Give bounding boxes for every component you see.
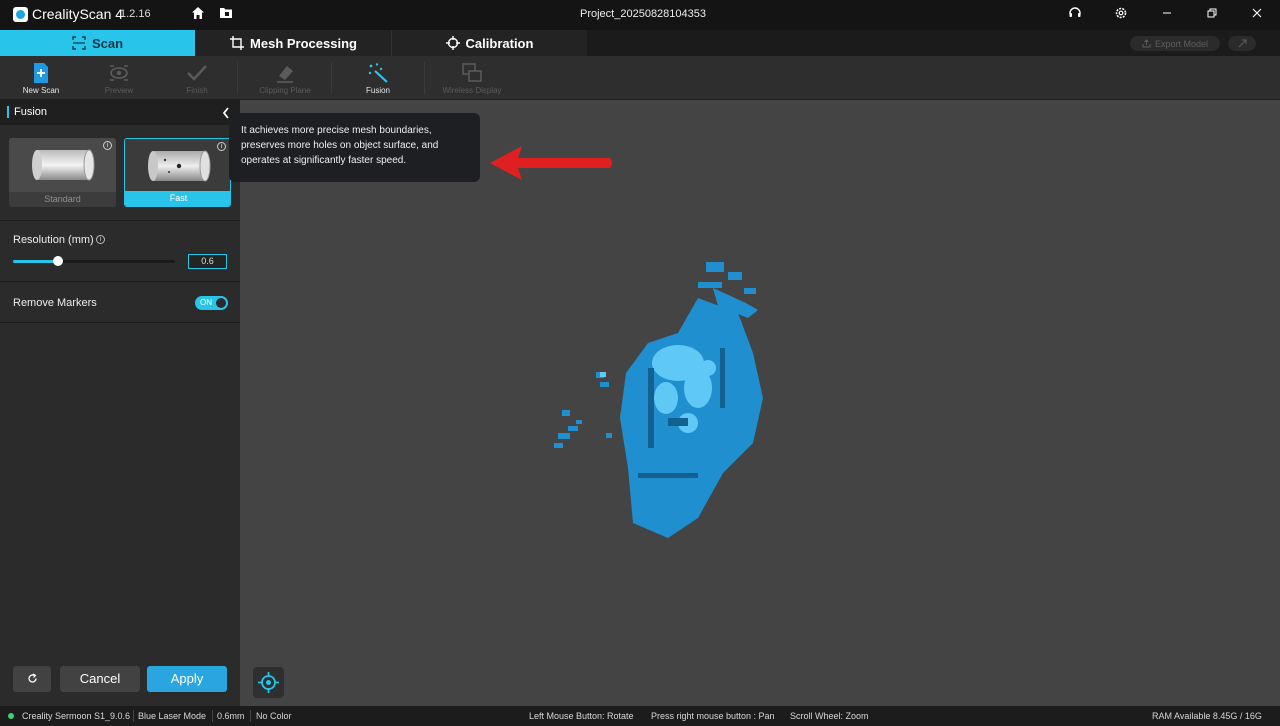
status-divider [133, 710, 134, 722]
settings-gear-icon[interactable] [1112, 6, 1130, 24]
title-bar: CrealityScan 4 1.2.16 Project_2025082810… [0, 0, 1280, 30]
eye-icon [110, 65, 128, 81]
project-title: Project_20250828104353 [580, 8, 707, 20]
reset-icon [27, 673, 37, 683]
scan-mode-status: Blue Laser Mode [138, 711, 207, 721]
preview-button[interactable]: Preview [80, 62, 158, 95]
new-scan-button[interactable]: New Scan [2, 62, 80, 95]
info-icon[interactable]: i [103, 141, 112, 150]
device-status-dot-icon [8, 713, 14, 719]
restore-icon[interactable] [1203, 6, 1221, 24]
check-icon [187, 65, 207, 81]
export-model-label: Export Model [1154, 38, 1209, 49]
screens-icon [462, 63, 482, 82]
tab-scan-label: Scan [91, 35, 124, 51]
clipping-plane-label: Clipping Plane [259, 86, 311, 95]
standard-mode-label: Standard [9, 192, 116, 207]
fusion-panel: Fusion i Standard i Fast Resolution (mm)… [0, 100, 240, 706]
toolbar-divider [331, 62, 332, 94]
fast-mode-preview [125, 139, 230, 193]
tab-mesh-processing-label: Mesh Processing [250, 35, 357, 51]
tooltip-text: It achieves more precise mesh boundaries… [241, 125, 439, 166]
zoom-hint: Scroll Wheel: Zoom [790, 711, 869, 721]
tab-calibration-label: Calibration [465, 35, 534, 51]
standard-mode-preview [9, 138, 116, 192]
minimize-icon[interactable] [1158, 6, 1176, 24]
app-version: 1.2.16 [120, 8, 151, 20]
sparkle-wand-icon [368, 63, 388, 83]
tab-calibration[interactable]: Calibration [392, 30, 587, 56]
remove-markers-label: Remove Markers [13, 297, 97, 309]
toolbar-divider [237, 62, 238, 94]
clipping-plane-button[interactable]: Clipping Plane [246, 62, 324, 95]
fusion-button[interactable]: Fusion [339, 62, 417, 95]
fusion-mode-standard[interactable]: i Standard [9, 138, 116, 207]
panel-header: Fusion [0, 100, 240, 125]
fusion-mode-fast[interactable]: i Fast [124, 138, 231, 207]
scan-toolbar: New Scan Preview Finish Clipping Plane F… [0, 56, 1280, 100]
home-icon[interactable] [189, 6, 207, 24]
reset-button[interactable] [13, 666, 51, 692]
fusion-mode-tooltip: It achieves more precise mesh boundaries… [229, 113, 480, 182]
tab-mesh-processing[interactable]: Mesh Processing [196, 30, 391, 56]
wireless-display-button[interactable]: Wireless Display [433, 62, 511, 95]
finish-button[interactable]: Finish [158, 62, 236, 95]
cancel-button[interactable]: Cancel [60, 666, 140, 692]
status-divider [212, 710, 213, 722]
resolution-info-icon[interactable]: i [96, 235, 105, 244]
section-divider [0, 322, 240, 323]
support-headset-icon[interactable] [1066, 6, 1084, 24]
color-status: No Color [256, 711, 292, 721]
export-model-button[interactable]: Export Model [1130, 36, 1220, 51]
section-divider [0, 281, 240, 282]
device-name: Creality Sermoon S1_9.0.6 [22, 711, 131, 721]
resolution-input[interactable]: 0.6 [188, 254, 227, 269]
scan-frame-icon [72, 36, 86, 50]
toggle-state-label: ON [200, 298, 212, 307]
finish-label: Finish [186, 86, 208, 95]
pan-hint: Press right mouse button : Pan [651, 711, 775, 721]
folder-icon[interactable] [217, 6, 235, 24]
tab-scan[interactable]: Scan [0, 30, 195, 56]
eraser-icon [277, 66, 293, 83]
close-icon[interactable] [1248, 6, 1266, 24]
mode-tab-bar: Scan Mesh Processing Calibration [0, 30, 1280, 56]
new-scan-label: New Scan [22, 86, 60, 95]
remove-markers-toggle[interactable]: ON [195, 296, 228, 310]
wireless-display-label: Wireless Display [442, 86, 502, 95]
toggle-knob [216, 298, 226, 308]
toolbar-divider [424, 62, 425, 94]
ram-status: RAM Available 8.45G / 16G [1152, 711, 1262, 721]
apply-button[interactable]: Apply [147, 666, 227, 692]
resolution-slider-fill [13, 260, 58, 263]
panel-title: Fusion [14, 106, 48, 118]
share-icon [1238, 39, 1246, 48]
info-icon[interactable]: i [217, 142, 226, 151]
status-bar: Creality Sermoon S1_9.0.6 Blue Laser Mod… [0, 706, 1280, 726]
share-button[interactable] [1228, 36, 1256, 51]
app-logo-icon [13, 7, 28, 22]
app-name: CrealityScan 4 [32, 6, 124, 22]
preview-label: Preview [104, 86, 134, 95]
rotate-hint: Left Mouse Button: Rotate [529, 711, 634, 721]
section-divider [0, 220, 240, 221]
fusion-label: Fusion [365, 86, 390, 95]
status-divider [250, 710, 251, 722]
crosshair-icon [445, 36, 460, 50]
red-annotation-arrow [490, 146, 612, 180]
resolution-status: 0.6mm [217, 711, 245, 721]
export-icon [1142, 39, 1151, 48]
resolution-label: Resolution (mm) [13, 234, 94, 246]
scanned-point-cloud-model[interactable] [548, 258, 768, 543]
resolution-slider-thumb[interactable] [53, 256, 63, 266]
panel-accent-bar [7, 106, 9, 118]
fast-mode-label: Fast [125, 191, 230, 206]
locate-view-button[interactable] [253, 667, 284, 698]
target-locate-icon [258, 672, 279, 693]
crop-icon [230, 36, 245, 50]
new-scan-icon [34, 63, 48, 83]
